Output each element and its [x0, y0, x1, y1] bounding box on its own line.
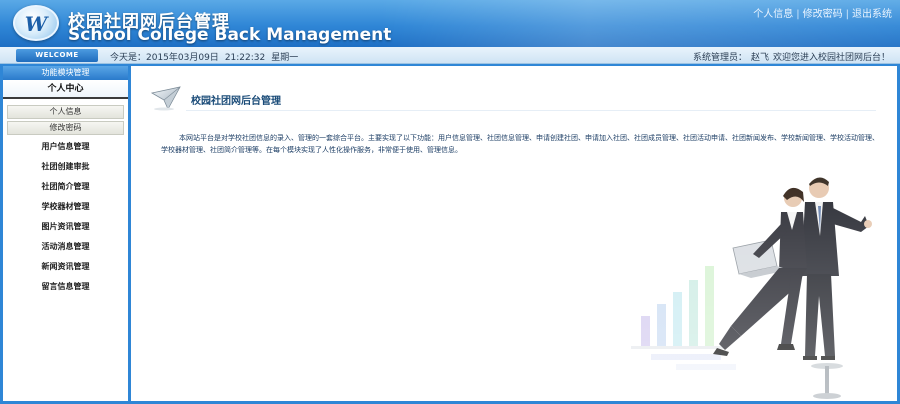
- admin-name: 赵飞: [750, 53, 769, 63]
- weekday-label: 星期一: [271, 53, 299, 63]
- link-separator: |: [796, 9, 800, 20]
- sidebar-item-photo-news[interactable]: 图片资讯管理: [3, 217, 128, 237]
- sidebar-item-news[interactable]: 新闻资讯管理: [3, 257, 128, 277]
- welcome-message: 欢迎您进入校园社团网后台！: [772, 53, 890, 63]
- page-title: 校园社团网后台管理: [191, 96, 281, 107]
- site-logo: W: [13, 5, 59, 41]
- sidebar-item-club-intro[interactable]: 社团简介管理: [3, 177, 128, 197]
- change-password-link[interactable]: 修改密码: [803, 9, 843, 20]
- today-label: 今天是：2015年03月09日: [110, 53, 219, 63]
- sidebar-item-messages[interactable]: 留言信息管理: [3, 277, 128, 297]
- top-links: 个人信息 | 修改密码 | 退出系统: [753, 5, 892, 20]
- sidebar-item-change-password[interactable]: 修改密码: [7, 121, 124, 135]
- site-title-en: School College Back Management: [68, 25, 392, 45]
- welcome-badge: WELCOME: [16, 49, 98, 62]
- sidebar-header: 功能模块管理: [3, 66, 128, 80]
- main-content: 校园社团网后台管理 本网站平台是对学校社团信息的录入、管理的一套综合平台。主要实…: [131, 66, 897, 401]
- logo-letter: W: [24, 12, 48, 36]
- intro-paragraph: 本网站平台是对学校社团信息的录入、管理的一套综合平台。主要实现了以下功能：用户信…: [161, 134, 879, 154]
- date-display: 今天是：2015年03月09日 21:22:32 星期一: [110, 50, 304, 63]
- sidebar-item-user-info[interactable]: 用户信息管理: [3, 137, 128, 157]
- personal-info-link[interactable]: 个人信息: [753, 9, 793, 20]
- title-divider: [186, 110, 876, 111]
- paper-plane-icon: [150, 86, 181, 111]
- clock-time: 21:22:32: [224, 53, 266, 63]
- sidebar: 功能模块管理 个人中心 个人信息 修改密码 用户信息管理 社团创建审批 社团简介…: [3, 66, 128, 401]
- sidebar-item-activity-news[interactable]: 活动消息管理: [3, 237, 128, 257]
- business-people-illustration: [621, 166, 897, 401]
- top-banner: W 校园社团网后台管理 School College Back Manageme…: [0, 0, 900, 47]
- sidebar-item-personal-info[interactable]: 个人信息: [7, 105, 124, 119]
- admin-greeting: 系统管理员： 赵飞 欢迎您进入校园社团网后台！: [689, 50, 890, 63]
- admin-label: 系统管理员：: [692, 53, 747, 63]
- sidebar-item-club-approval[interactable]: 社团创建审批: [3, 157, 128, 177]
- link-separator: |: [845, 9, 849, 20]
- logout-link[interactable]: 退出系统: [852, 9, 892, 20]
- sidebar-item-school-equipment[interactable]: 学校器材管理: [3, 197, 128, 217]
- sidebar-group-personal-center[interactable]: 个人中心: [3, 81, 128, 99]
- info-bar: WELCOME 今天是：2015年03月09日 21:22:32 星期一 系统管理员…: [0, 47, 900, 64]
